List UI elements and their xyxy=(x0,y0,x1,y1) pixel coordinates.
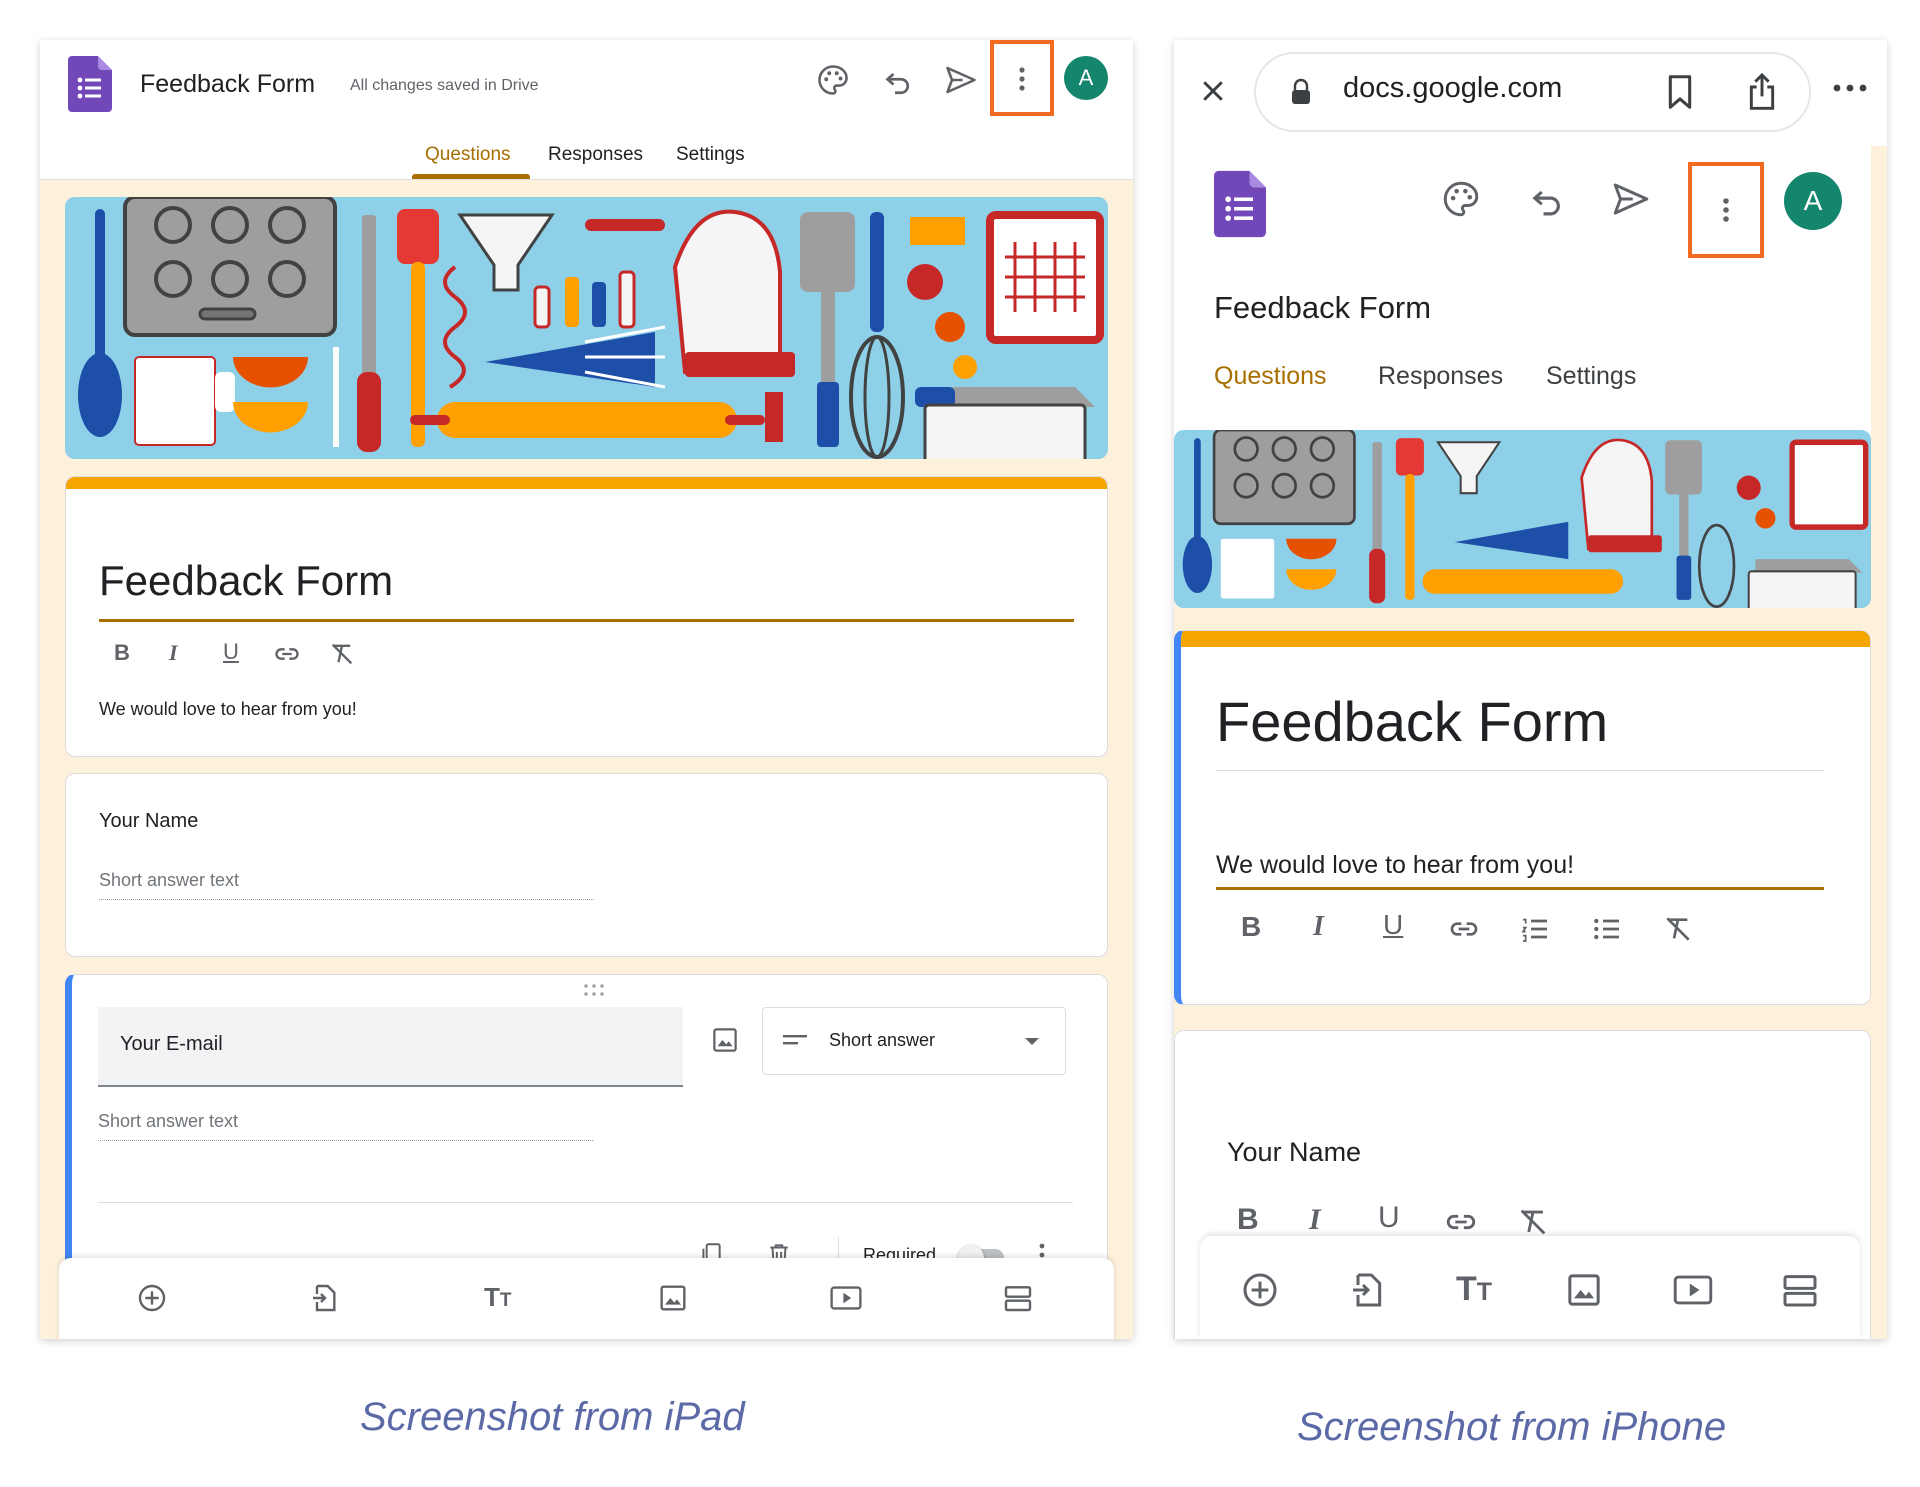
more-options-button[interactable] xyxy=(1688,162,1764,258)
form-description[interactable]: We would love to hear from you! xyxy=(99,699,357,720)
form-description[interactable]: We would love to hear from you! xyxy=(1216,851,1574,880)
form-title[interactable]: Feedback Form xyxy=(1216,689,1608,754)
app-title[interactable]: Feedback Form xyxy=(1214,290,1431,326)
add-image-icon[interactable] xyxy=(657,1282,689,1314)
active-tab-indicator xyxy=(412,174,530,179)
question-title-input[interactable]: Your E-mail xyxy=(98,1007,683,1087)
tab-settings[interactable]: Settings xyxy=(1546,362,1636,391)
italic-icon[interactable]: I xyxy=(1309,1203,1321,1237)
form-color-bar xyxy=(66,477,1107,489)
forms-logo-icon xyxy=(1214,168,1266,240)
import-questions-icon[interactable] xyxy=(1348,1270,1388,1310)
question-type-dropdown[interactable]: Short answer xyxy=(762,1007,1066,1075)
form-title-card: Feedback Form We would love to hear from… xyxy=(1174,630,1871,1005)
short-answer-placeholder: Short answer text xyxy=(99,870,594,900)
bulleted-list-icon[interactable] xyxy=(1589,913,1625,945)
lock-icon xyxy=(1290,78,1312,106)
drag-handle-icon[interactable] xyxy=(582,983,606,997)
underline-icon[interactable]: U xyxy=(1383,909,1403,941)
dropdown-arrow-icon xyxy=(1025,1038,1039,1046)
divider xyxy=(98,1202,1073,1203)
address-bar[interactable]: docs.google.com xyxy=(1254,52,1811,132)
link-icon[interactable] xyxy=(1441,1205,1481,1239)
question-title: Your E-mail xyxy=(120,1033,223,1055)
italic-icon[interactable]: I xyxy=(1313,911,1324,943)
bold-icon[interactable]: B xyxy=(1241,911,1261,943)
add-section-icon[interactable] xyxy=(1002,1282,1034,1314)
tab-questions[interactable]: Questions xyxy=(1214,362,1327,391)
app-header: A Feedback Form Questions Responses Sett… xyxy=(1174,146,1871,448)
link-icon[interactable] xyxy=(1445,913,1483,945)
app-header: Feedback Form All changes saved in Drive… xyxy=(40,40,1133,180)
question-title: Your Name xyxy=(1227,1137,1362,1167)
more-horiz-icon[interactable] xyxy=(1832,82,1868,94)
underline-icon[interactable]: U xyxy=(1378,1201,1400,1235)
add-image-icon[interactable] xyxy=(1564,1270,1604,1310)
form-title[interactable]: Feedback Form xyxy=(99,557,393,605)
add-question-icon[interactable] xyxy=(1240,1270,1280,1310)
add-video-icon[interactable] xyxy=(1672,1270,1714,1310)
close-icon[interactable] xyxy=(1198,76,1228,106)
link-icon[interactable] xyxy=(272,640,302,668)
avatar[interactable]: A xyxy=(1784,172,1842,230)
more-vert-icon xyxy=(1012,64,1032,94)
forms-logo-icon xyxy=(68,56,112,112)
url-text: docs.google.com xyxy=(1343,72,1563,104)
iphone-screenshot: docs.google.com A Feedback Form Question… xyxy=(1174,40,1887,1339)
header-banner-image xyxy=(65,197,1108,459)
numbered-list-icon[interactable] xyxy=(1517,913,1553,945)
question-card[interactable]: Your Name Short answer text xyxy=(65,773,1108,957)
iphone-caption: Screenshot from iPhone xyxy=(1297,1405,1727,1449)
question-type-label: Short answer xyxy=(829,1030,936,1050)
add-section-icon[interactable] xyxy=(1780,1270,1820,1310)
clear-formatting-icon[interactable] xyxy=(1515,1205,1551,1239)
browser-toolbar: docs.google.com xyxy=(1174,40,1887,146)
question-title: Your Name xyxy=(99,810,199,832)
tab-responses[interactable]: Responses xyxy=(1378,362,1503,391)
add-item-toolbar: TT xyxy=(59,1258,1114,1339)
form-color-bar xyxy=(1181,631,1870,647)
header-banner-image xyxy=(1174,430,1871,608)
tab-questions[interactable]: Questions xyxy=(425,144,511,166)
italic-icon[interactable]: I xyxy=(169,640,178,666)
bookmark-icon[interactable] xyxy=(1666,74,1694,110)
bold-icon[interactable]: B xyxy=(114,640,130,666)
short-answer-icon xyxy=(783,1032,807,1048)
undo-icon[interactable] xyxy=(880,62,916,98)
more-vert-icon xyxy=(1716,194,1736,226)
add-video-icon[interactable] xyxy=(829,1282,863,1314)
app-title[interactable]: Feedback Form xyxy=(140,70,315,99)
ipad-caption: Screenshot from iPad xyxy=(360,1395,745,1439)
add-item-toolbar: TT xyxy=(1200,1236,1860,1339)
ipad-screenshot: Feedback Form All changes saved in Drive… xyxy=(40,40,1133,1339)
save-status: All changes saved in Drive xyxy=(350,77,539,94)
bold-icon[interactable]: B xyxy=(1237,1203,1259,1237)
tab-responses[interactable]: Responses xyxy=(548,144,643,166)
share-icon[interactable] xyxy=(1746,70,1778,112)
short-answer-placeholder: Short answer text xyxy=(98,1111,593,1141)
palette-icon[interactable] xyxy=(815,62,851,98)
undo-icon[interactable] xyxy=(1526,178,1568,220)
send-icon[interactable] xyxy=(1610,178,1652,220)
description-underline xyxy=(1216,887,1824,890)
add-title-text-icon[interactable]: TT xyxy=(484,1282,512,1313)
title-underline xyxy=(1216,770,1824,771)
form-title-card: Feedback Form B I U We would love to hea… xyxy=(65,476,1108,757)
avatar[interactable]: A xyxy=(1064,56,1108,100)
send-icon[interactable] xyxy=(943,62,979,98)
underline-icon[interactable]: U xyxy=(223,639,239,665)
tab-settings[interactable]: Settings xyxy=(676,144,745,166)
more-options-button[interactable] xyxy=(990,40,1054,116)
add-image-icon[interactable] xyxy=(710,1025,740,1055)
clear-formatting-icon[interactable] xyxy=(1661,913,1695,945)
add-question-icon[interactable] xyxy=(136,1282,168,1314)
import-questions-icon[interactable] xyxy=(309,1282,341,1314)
clear-formatting-icon[interactable] xyxy=(328,640,356,668)
palette-icon[interactable] xyxy=(1440,178,1482,220)
add-title-text-icon[interactable]: TT xyxy=(1456,1270,1492,1309)
title-underline xyxy=(99,619,1074,622)
